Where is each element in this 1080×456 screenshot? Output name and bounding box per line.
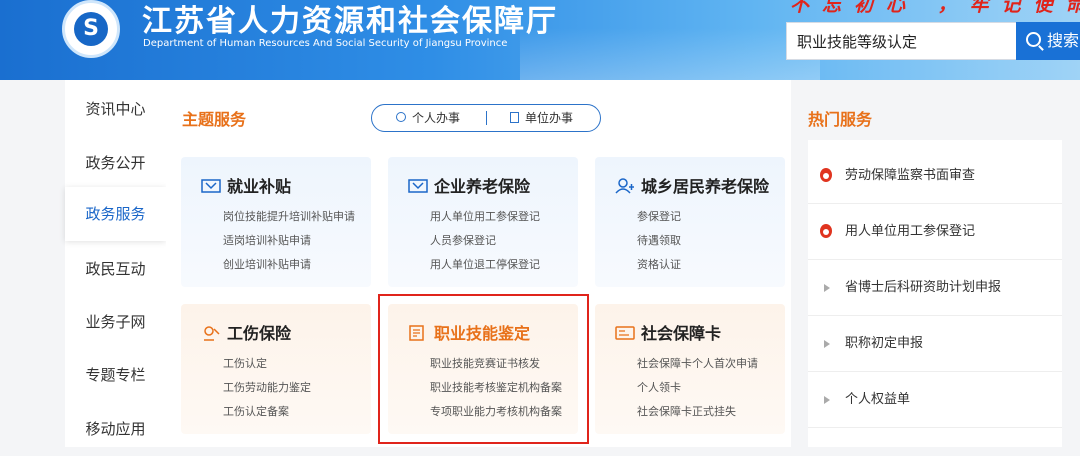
sidebar-item-news[interactable]: 资讯中心	[65, 82, 166, 136]
hot-item[interactable]: 省博士后科研资助计划申报	[808, 260, 1062, 316]
site-title: 江苏省人力资源和社会保障厅	[142, 4, 558, 39]
search-icon	[1026, 32, 1041, 47]
hot-item[interactable]: 职称初定申报	[808, 316, 1062, 372]
sidebar-item-mobile[interactable]: 移动应用	[65, 402, 166, 456]
card-link[interactable]: 社会保障卡正式挂失	[637, 400, 785, 424]
building-icon	[510, 112, 519, 123]
toggle-personal[interactable]: 个人办事	[396, 105, 460, 131]
subsidy-icon	[201, 177, 221, 193]
hot-fire-icon	[820, 224, 832, 238]
section-title-hot: 热门服务	[808, 110, 873, 129]
service-type-toggle: 个人办事 单位办事	[371, 104, 601, 132]
hot-item-label: 职称初定申报	[845, 336, 924, 351]
injury-icon	[201, 324, 221, 341]
card-title: 就业补贴	[227, 177, 292, 196]
card-enterprise-pension[interactable]: 企业养老保险 用人单位用工参保登记 人员参保登记 用人单位退工停保登记	[388, 157, 578, 287]
sidebar-item-subnets[interactable]: 业务子网	[65, 295, 166, 349]
card-title: 城乡居民养老保险	[641, 177, 770, 196]
search-input[interactable]: 职业技能等级认定	[786, 22, 1018, 60]
sidebar-nav: 资讯中心 政务公开 政务服务 政民互动 业务子网 专题专栏 移动应用	[65, 80, 166, 447]
hot-item[interactable]: 用人单位用工参保登记	[808, 204, 1062, 260]
card-link[interactable]: 工伤认定	[223, 352, 371, 376]
card-link[interactable]: 用人单位退工停保登记	[430, 253, 578, 277]
hot-item[interactable]: 个人权益单	[808, 372, 1062, 428]
hot-services-list: 劳动保障监察书面审查 用人单位用工参保登记 省博士后科研资助计划申报 职称初定申…	[808, 140, 1062, 447]
person-icon	[396, 112, 406, 122]
toggle-personal-label: 个人办事	[412, 111, 461, 125]
card-link[interactable]: 待遇领取	[637, 229, 785, 253]
highlight-annotation-frame	[378, 294, 589, 444]
toggle-unit-label: 单位办事	[525, 111, 574, 125]
card-link[interactable]: 适岗培训补贴申请	[223, 229, 371, 253]
card-link[interactable]: 岗位技能提升培训补贴申请	[223, 205, 371, 229]
card-icon	[615, 324, 635, 340]
pension-icon	[408, 177, 428, 193]
triangle-bullet-icon	[824, 396, 830, 404]
card-link[interactable]: 人员参保登记	[430, 229, 578, 253]
search-button-label: 搜索	[1047, 31, 1080, 50]
card-title: 企业养老保险	[434, 177, 531, 196]
slogan: 不忘初心 ，牢记使命	[790, 0, 1080, 16]
card-link[interactable]: 参保登记	[637, 205, 785, 229]
hot-item-label: 劳动保障监察书面审查	[845, 168, 976, 183]
toggle-divider	[486, 111, 487, 125]
hot-item-label: 省博士后科研资助计划申报	[845, 280, 1002, 295]
resident-icon	[615, 177, 635, 194]
card-title: 工伤保险	[227, 324, 292, 343]
card-employment-subsidy[interactable]: 就业补贴 岗位技能提升培训补贴申请 适岗培训补贴申请 创业培训补贴申请	[181, 157, 371, 287]
search-button[interactable]: 搜索	[1016, 22, 1080, 60]
triangle-bullet-icon	[824, 284, 830, 292]
card-link[interactable]: 用人单位用工参保登记	[430, 205, 578, 229]
hot-item-label: 个人权益单	[845, 392, 911, 407]
card-link[interactable]: 工伤劳动能力鉴定	[223, 376, 371, 400]
sidebar-item-interaction[interactable]: 政民互动	[65, 242, 166, 296]
card-work-injury[interactable]: 工伤保险 工伤认定 工伤劳动能力鉴定 工伤认定备案	[181, 304, 371, 434]
sidebar-item-gov-info[interactable]: 政务公开	[65, 136, 166, 190]
site-logo[interactable]	[62, 0, 120, 58]
card-link[interactable]: 创业培训补贴申请	[223, 253, 371, 277]
card-link[interactable]: 工伤认定备案	[223, 400, 371, 424]
card-link[interactable]: 资格认证	[637, 253, 785, 277]
section-title-theme: 主题服务	[182, 110, 247, 129]
card-link[interactable]: 社会保障卡个人首次申请	[637, 352, 785, 376]
logo-emblem-icon	[74, 12, 108, 46]
sidebar-item-gov-services[interactable]: 政务服务	[65, 187, 166, 241]
triangle-bullet-icon	[824, 340, 830, 348]
hot-item-label: 用人单位用工参保登记	[845, 224, 976, 239]
hot-item[interactable]: 劳动保障监察书面审查	[808, 148, 1062, 204]
hot-fire-icon	[820, 168, 832, 182]
header-skyline	[520, 28, 820, 80]
sidebar-item-topics[interactable]: 专题专栏	[65, 348, 166, 402]
card-resident-pension[interactable]: 城乡居民养老保险 参保登记 待遇领取 资格认证	[595, 157, 785, 287]
site-subtitle: Department of Human Resources And Social…	[143, 38, 508, 49]
site-header: 江苏省人力资源和社会保障厅 Department of Human Resour…	[0, 0, 1080, 80]
toggle-unit[interactable]: 单位办事	[510, 105, 573, 131]
card-social-security-card[interactable]: 社会保障卡 社会保障卡个人首次申请 个人领卡 社会保障卡正式挂失	[595, 304, 785, 434]
card-title: 社会保障卡	[641, 324, 722, 343]
card-link[interactable]: 个人领卡	[637, 376, 785, 400]
